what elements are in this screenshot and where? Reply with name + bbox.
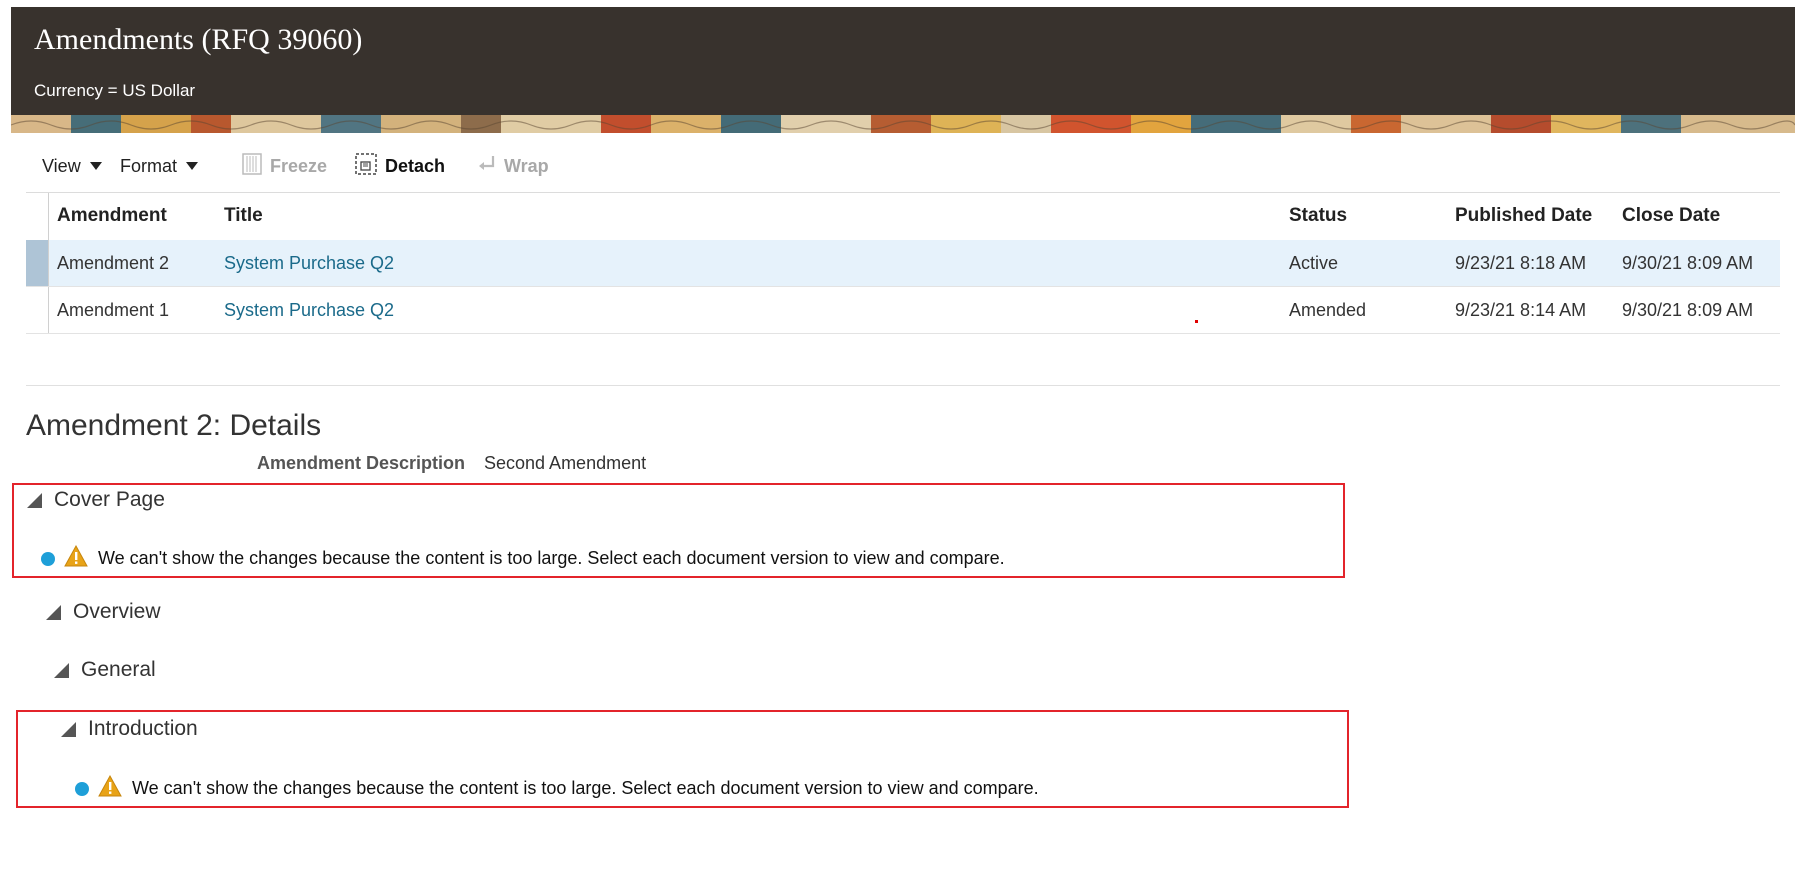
status-cell: Amended [1289,300,1367,320]
amendment-description-label: Amendment Description [257,453,466,473]
close-date-cell: 9/30/21 8:09 AM [1622,300,1754,320]
warning-icon [64,544,88,572]
freeze-button[interactable]: Freeze [242,152,327,180]
decorative-banner [11,115,1795,133]
wrap-label: Wrap [504,155,549,176]
detach-label: Detach [385,155,446,176]
details-title: Amendment 2: Details [26,409,322,442]
section-label: General [81,658,156,681]
section-overview[interactable]: Overview [46,600,161,624]
section-divider [26,385,1780,386]
section-label: Cover Page [54,488,165,511]
column-header-title[interactable]: Title [224,205,263,227]
warning-text: We can't show the changes because the co… [98,548,1005,568]
warning-text: We can't show the changes because the co… [132,778,1039,798]
amendment-cell: Amendment 1 [57,300,170,320]
table-header: Amendment Title Status Published Date Cl… [26,193,1780,241]
warning-icon [98,774,122,802]
expand-triangle-icon[interactable] [46,604,61,620]
detach-button[interactable]: Detach [355,152,445,180]
format-menu[interactable]: Format [120,152,199,180]
info-bullet-icon [41,551,55,566]
expand-triangle-icon[interactable] [27,492,42,508]
detach-icon [355,152,377,180]
title-link[interactable]: System Purchase Q2 [224,300,394,321]
section-introduction[interactable]: Introduction [61,717,198,741]
section-label: Overview [73,600,161,623]
wrap-icon [476,154,496,179]
title-link[interactable]: System Purchase Q2 [224,253,394,274]
table-row[interactable]: Amendment 2 System Purchase Q2 Active 9/… [26,240,1780,287]
column-header-status[interactable]: Status [1289,205,1347,227]
section-general[interactable]: General [54,658,156,682]
caret-down-icon [186,162,199,170]
expand-triangle-icon[interactable] [54,662,69,678]
section-label: Introduction [88,717,198,740]
wrap-button[interactable]: Wrap [476,152,549,180]
published-date-cell: 9/23/21 8:18 AM [1455,253,1587,273]
expand-triangle-icon[interactable] [61,721,76,737]
row-header-column [26,193,49,240]
column-header-published-date[interactable]: Published Date [1455,205,1592,227]
section-cover-page[interactable]: Cover Page [27,488,165,512]
currency-label: Currency = US Dollar [34,81,196,100]
view-menu-label: View [42,155,81,176]
row-selector[interactable] [26,240,49,286]
warning-message: We can't show the changes because the co… [41,544,1005,572]
amendment-description-value: Second Amendment [484,453,647,473]
column-header-close-date[interactable]: Close Date [1622,205,1720,227]
amendment-cell: Amendment 2 [57,253,170,273]
page-header: Amendments (RFQ 39060) Currency = US Dol… [11,7,1795,115]
format-menu-label: Format [120,155,178,176]
column-header-amendment[interactable]: Amendment [57,205,167,227]
view-menu[interactable]: View [42,152,102,180]
close-date-cell: 9/30/21 8:09 AM [1622,253,1754,273]
published-date-cell: 9/23/21 8:14 AM [1455,300,1587,320]
table-row[interactable]: Amendment 1 System Purchase Q2 Amended 9… [26,287,1780,334]
page-title: Amendments (RFQ 39060) [34,23,363,56]
info-bullet-icon [75,781,89,796]
status-cell: Active [1289,253,1339,273]
row-selector[interactable] [26,287,49,333]
freeze-label: Freeze [270,155,328,176]
caret-down-icon [89,162,102,170]
warning-message: We can't show the changes because the co… [75,774,1039,802]
freeze-icon [242,152,262,180]
stray-mark [1195,320,1198,323]
